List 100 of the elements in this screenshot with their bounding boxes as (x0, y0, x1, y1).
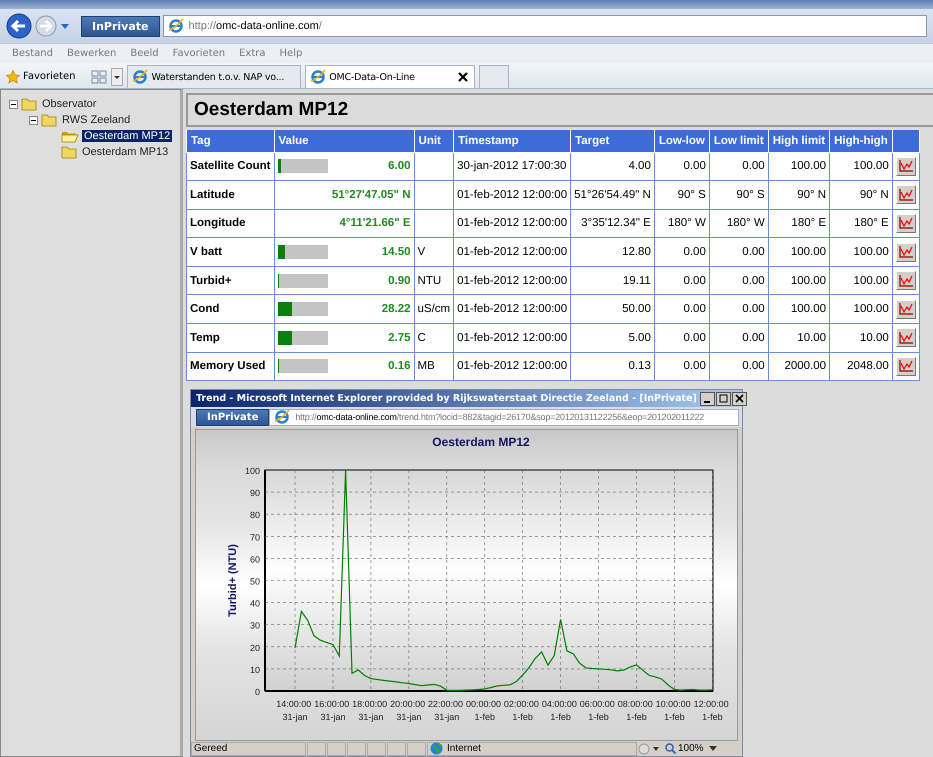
table-cell: 100.00 (830, 238, 892, 266)
close-button[interactable] (732, 392, 747, 406)
menu-item[interactable]: Favorieten (172, 47, 226, 60)
trend-button[interactable] (896, 156, 916, 176)
browser-tab[interactable]: Waterstanden t.o.v. NAP vo... (127, 65, 302, 88)
table-cell: 19.11 (570, 266, 654, 295)
table-cell: 0.00 (709, 238, 768, 266)
table-cell: 3°35'12.34" E (570, 209, 654, 238)
tree-item[interactable]: Oesterdam MP13 (80, 146, 170, 158)
column-header: High-high (830, 130, 892, 152)
favorites-button[interactable]: Favorieten (4, 65, 88, 88)
menu-item[interactable]: Bestand (12, 47, 53, 60)
tree-item[interactable]: Oesterdam MP12 (82, 130, 172, 142)
menu-item[interactable]: Help (280, 47, 302, 60)
table-cell: Latitude (186, 180, 274, 210)
column-header: Target (570, 130, 654, 152)
table-cell: 01-feb-2012 12:00:00 (454, 209, 571, 238)
table-cell: C (414, 324, 454, 352)
collapse-icon[interactable] (29, 116, 38, 124)
table-cell: 0.00 (709, 152, 768, 181)
table-cell: 180° E (830, 209, 892, 238)
table-cell: 0.00 (654, 324, 710, 352)
table-cell: 01-feb-2012 12:00:00 (454, 294, 571, 324)
tick-label: 06:00:00 1-feb (580, 699, 615, 722)
table-cell: 0.00 (654, 238, 710, 266)
table-cell: 4.00 (570, 152, 654, 181)
menu-item[interactable]: Extra (239, 47, 266, 60)
page-title: Oesterdam MP12 (194, 99, 348, 121)
tick-label: 12:00:00 1-feb (694, 699, 729, 722)
tree-item[interactable]: Observator (40, 98, 98, 110)
table-cell: 5.00 (570, 324, 654, 352)
table-cell: 01-feb-2012 12:00:00 (454, 180, 571, 210)
tick-label: 18:00:00 31-jan (352, 699, 388, 722)
folder-icon (21, 97, 37, 111)
table-cell: 2000.00 (768, 352, 830, 381)
column-header: Value (274, 130, 414, 152)
menu-item[interactable]: Bewerken (66, 47, 116, 60)
trend-button[interactable] (896, 271, 916, 290)
table-cell: 90° S (654, 180, 710, 210)
table-cell: 100.00 (768, 294, 830, 324)
column-header: Tag (186, 130, 274, 152)
minimize-button[interactable] (700, 392, 715, 406)
maximize-button[interactable] (716, 392, 731, 406)
collapse-icon[interactable] (9, 100, 18, 108)
trend-button[interactable] (896, 328, 916, 348)
table-cell: 2048.00 (830, 352, 892, 381)
forward-button[interactable] (35, 15, 57, 37)
dropdown-icon[interactable] (708, 746, 717, 751)
table-cell: 0.00 (709, 352, 768, 381)
zoom-icon (665, 743, 676, 754)
browser-tab[interactable]: OMC-Data-On-Line (305, 65, 475, 88)
value-text: 4°11'21.66" E (340, 217, 411, 230)
trend-button[interactable] (896, 214, 916, 233)
table-cell: 0.00 (654, 152, 710, 181)
status-bar-cell (387, 742, 406, 756)
tick-label: 50 (250, 576, 260, 586)
table-cell: 01-feb-2012 12:00:00 (454, 266, 571, 295)
tree-item[interactable]: RWS Zeeland (60, 114, 132, 126)
table-cell: 10.00 (830, 324, 892, 352)
table-cell: 0.13 (570, 352, 654, 381)
table-cell: 180° E (768, 209, 830, 238)
close-icon[interactable] (458, 72, 468, 82)
back-button[interactable] (6, 13, 32, 39)
tick-label: 10 (250, 664, 260, 675)
column-header: Unit (414, 130, 454, 152)
value-text: 2.75 (388, 332, 411, 344)
trend-button[interactable] (896, 356, 916, 376)
column-header: Low-low (654, 130, 710, 152)
folder-icon (41, 113, 57, 127)
value-text: 51°27'47.05" N (332, 188, 411, 201)
zoom-button[interactable]: 100% (661, 743, 708, 754)
address-field[interactable]: http://omc-data-online.com/trend.htm?locid=882&tagid=26170&sop=20120131122256&eop=201202011222 (269, 408, 739, 426)
tick-label: 60 (250, 554, 260, 564)
table-cell: 50.00 (570, 294, 654, 324)
table-cell: 100.00 (830, 266, 892, 295)
table-cell: 01-feb-2012 12:00:00 (454, 324, 571, 352)
table-cell: 90° N (830, 180, 892, 210)
table-cell: 90° N (768, 180, 830, 210)
table-cell: NTU (414, 266, 454, 295)
table-cell: Longitude (186, 209, 274, 238)
axis-title: Turbid+ (NTU) (227, 544, 239, 617)
menu-item[interactable]: Beeld (130, 47, 159, 60)
table-cell: 100.00 (768, 152, 830, 181)
dropdown-icon[interactable] (111, 68, 124, 86)
browser-icon (274, 410, 290, 424)
trend-button[interactable] (896, 185, 916, 204)
table-cell: uS/cm (414, 294, 454, 324)
table-cell: 01-feb-2012 12:00:00 (454, 352, 571, 381)
tick-label: 20 (250, 642, 260, 653)
chart-icon (898, 246, 913, 258)
trend-button[interactable] (896, 242, 916, 262)
status-bar-cell (327, 742, 346, 756)
security-icon[interactable] (638, 742, 660, 754)
address-field[interactable]: http://omc-data-online.com/ (162, 15, 927, 37)
tick-label: 100 (244, 466, 260, 476)
table-cell: 100.00 (830, 152, 892, 181)
table-cell: 180° W (654, 209, 710, 238)
status-bar-cell (367, 742, 386, 756)
trend-button[interactable] (896, 300, 916, 319)
chart-title: Oesterdam MP12 (432, 435, 530, 449)
